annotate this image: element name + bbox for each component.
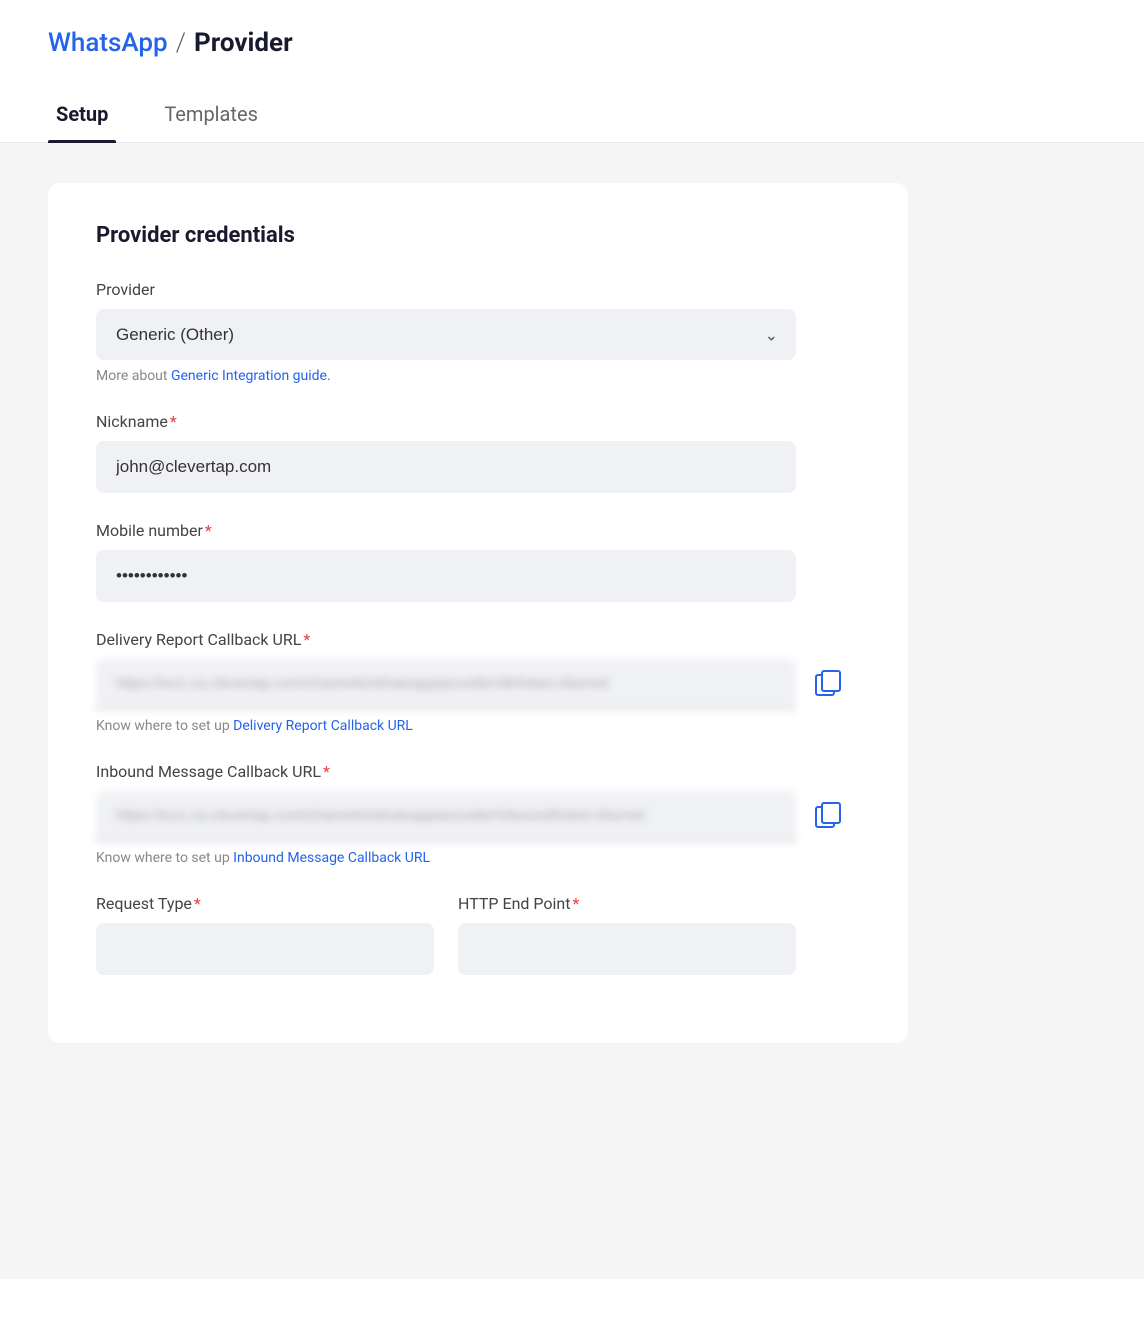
nickname-input[interactable] xyxy=(96,441,796,493)
copy-icon-2 xyxy=(812,799,844,831)
breadcrumb-whatsapp-link[interactable]: WhatsApp xyxy=(48,28,168,58)
tab-templates[interactable]: Templates xyxy=(156,90,266,142)
mobile-number-field-group: Mobile number* xyxy=(96,521,860,602)
delivery-url-wrapper xyxy=(96,659,796,710)
delivery-url-help-text: Know where to set up Delivery Report Cal… xyxy=(96,718,860,734)
content-area: Provider credentials Provider Generic (O… xyxy=(0,143,1144,1279)
delivery-report-url-group: Delivery Report Callback URL* Know where… xyxy=(96,630,860,734)
request-type-http-row: Request Type* HTTP End Point* xyxy=(96,894,796,1003)
delivery-report-url-input[interactable] xyxy=(96,659,796,710)
inbound-url-wrapper xyxy=(96,791,796,842)
breadcrumb-section: WhatsApp / Provider xyxy=(0,0,1144,58)
provider-select-wrapper: Generic (Other) Twilio MessageBird 360Di… xyxy=(96,309,796,360)
inbound-required: * xyxy=(323,762,330,781)
inbound-message-url-input[interactable] xyxy=(96,791,796,842)
delivery-url-copy-button[interactable] xyxy=(812,667,844,703)
inbound-message-url-link[interactable]: Inbound Message Callback URL xyxy=(233,850,430,866)
inbound-message-url-group: Inbound Message Callback URL* Know where… xyxy=(96,762,860,866)
inbound-message-url-label: Inbound Message Callback URL* xyxy=(96,762,860,781)
inbound-url-copy-button[interactable] xyxy=(812,799,844,835)
request-type-required: * xyxy=(194,894,201,913)
tabs-section: Setup Templates xyxy=(0,58,1144,143)
delivery-required: * xyxy=(303,630,310,649)
copy-icon xyxy=(812,667,844,699)
http-end-point-input[interactable] xyxy=(458,923,796,975)
provider-credentials-card: Provider credentials Provider Generic (O… xyxy=(48,183,908,1043)
request-type-group: Request Type* xyxy=(96,894,434,975)
breadcrumb-separator: / xyxy=(176,28,186,58)
mobile-number-label: Mobile number* xyxy=(96,521,860,540)
nickname-label: Nickname* xyxy=(96,412,860,431)
mobile-required: * xyxy=(205,521,212,540)
tabs: Setup Templates xyxy=(48,90,1096,142)
breadcrumb-current: Provider xyxy=(194,28,293,58)
provider-help-text: More about Generic Integration guide. xyxy=(96,368,860,384)
delivery-report-url-label: Delivery Report Callback URL* xyxy=(96,630,860,649)
section-title: Provider credentials xyxy=(96,223,860,248)
mobile-number-input[interactable] xyxy=(96,550,796,602)
generic-integration-guide-link[interactable]: Generic Integration guide. xyxy=(171,368,331,384)
request-type-input[interactable] xyxy=(96,923,434,975)
provider-select[interactable]: Generic (Other) Twilio MessageBird 360Di… xyxy=(96,309,796,360)
breadcrumb: WhatsApp / Provider xyxy=(48,28,1096,58)
request-type-label: Request Type* xyxy=(96,894,434,913)
http-end-point-label: HTTP End Point* xyxy=(458,894,796,913)
nickname-required: * xyxy=(170,412,177,431)
inbound-url-help-text: Know where to set up Inbound Message Cal… xyxy=(96,850,860,866)
page-container: WhatsApp / Provider Setup Templates Prov… xyxy=(0,0,1144,1336)
http-end-point-group: HTTP End Point* xyxy=(458,894,796,975)
provider-field-group: Provider Generic (Other) Twilio MessageB… xyxy=(96,280,860,384)
http-end-point-required: * xyxy=(572,894,579,913)
delivery-report-url-link[interactable]: Delivery Report Callback URL xyxy=(233,718,413,734)
provider-label: Provider xyxy=(96,280,860,299)
nickname-field-group: Nickname* xyxy=(96,412,860,493)
tab-setup[interactable]: Setup xyxy=(48,90,116,142)
